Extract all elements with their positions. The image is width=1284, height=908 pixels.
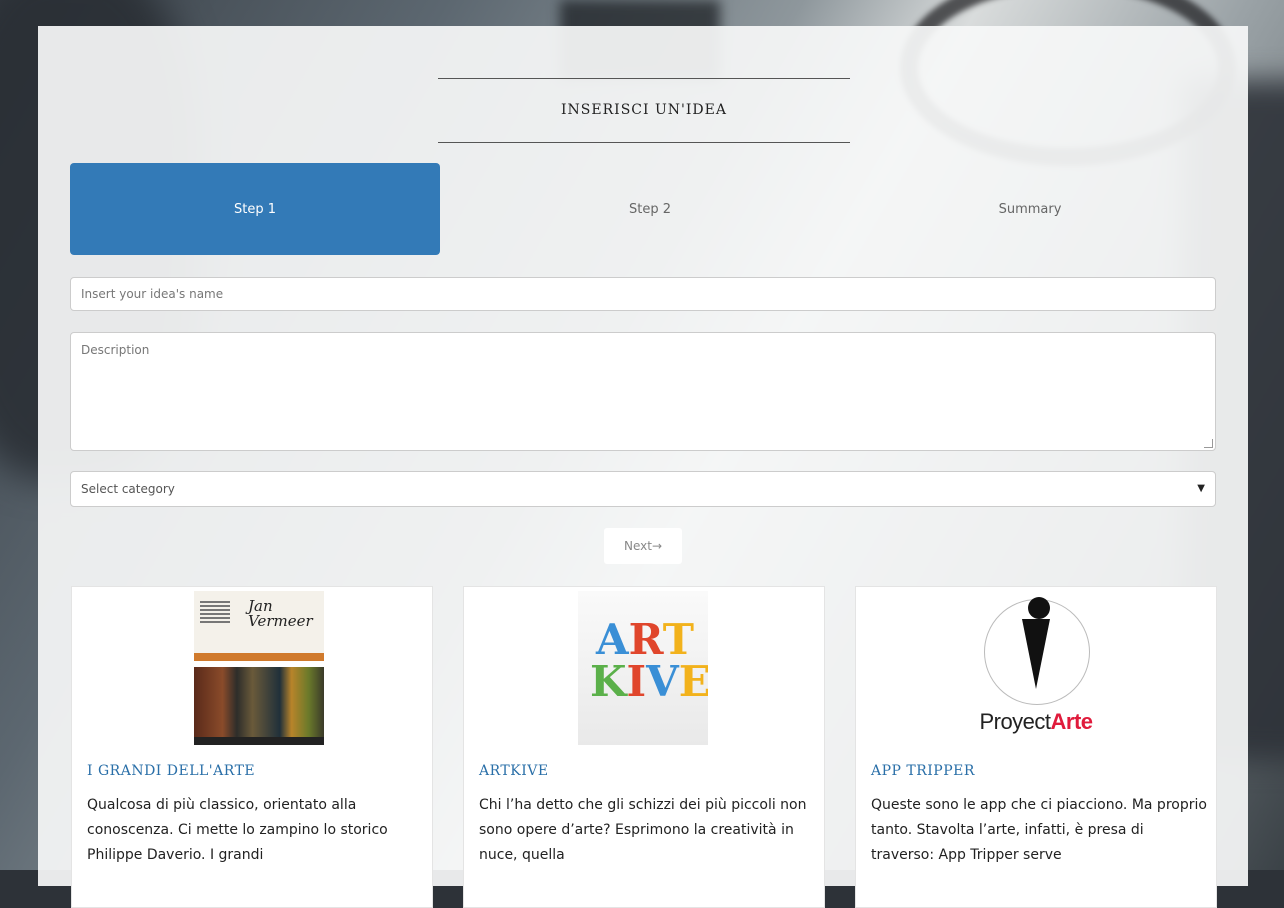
dropdown-arrow-icon: ▼ xyxy=(1197,483,1205,494)
description-placeholder: Description xyxy=(81,343,150,357)
idea-form-panel: INSERISCI UN'IDEA Step 1 Step 2 Summary … xyxy=(38,26,1248,908)
description-textarea[interactable]: Description xyxy=(70,332,1216,451)
next-button[interactable]: Next→ xyxy=(604,528,682,564)
card-title[interactable]: I GRANDI DELL'ARTE xyxy=(87,763,255,779)
idea-card[interactable]: Jan Vermeer I GRANDI DELL'ARTE Qualcosa … xyxy=(71,586,433,908)
page-title: INSERISCI UN'IDEA xyxy=(561,102,727,118)
tab-step-1[interactable]: Step 1 xyxy=(70,163,440,255)
card-image-vermeer[interactable]: Jan Vermeer xyxy=(194,591,324,745)
card-description: Queste sono le app che ci piacciono. Ma … xyxy=(871,797,1207,863)
card-title[interactable]: APP TRIPPER xyxy=(871,763,975,779)
tab-step-2[interactable]: Step 2 xyxy=(450,163,850,255)
card-title[interactable]: ARTKIVE xyxy=(479,763,549,779)
idea-name-input[interactable]: Insert your idea's name xyxy=(70,277,1216,311)
form-heading-block: INSERISCI UN'IDEA xyxy=(438,78,850,143)
card-description: Chi l’ha detto che gli schizzi dei più p… xyxy=(479,797,807,863)
category-select[interactable]: Select category ▼ xyxy=(70,471,1216,507)
card-description: Qualcosa di più classico, orientato alla… xyxy=(87,797,388,863)
divider xyxy=(438,142,850,143)
idea-card[interactable]: ART KIVE ARTKIVE Chi l’ha detto che gli … xyxy=(463,586,825,908)
logo-text: ProyectArte xyxy=(979,709,1093,734)
category-select-value: Select category xyxy=(81,482,175,496)
thumbnail-title: Jan Vermeer xyxy=(248,597,313,630)
card-image-artkive[interactable]: ART KIVE xyxy=(578,591,708,745)
resize-handle-icon[interactable] xyxy=(1204,439,1213,448)
tab-summary[interactable]: Summary xyxy=(840,163,1220,255)
card-image-proyectarte[interactable]: ProyectArte xyxy=(956,591,1116,745)
step-tabs: Step 1 Step 2 Summary xyxy=(70,163,1218,255)
idea-card[interactable]: ProyectArte APP TRIPPER Queste sono le a… xyxy=(855,586,1217,908)
